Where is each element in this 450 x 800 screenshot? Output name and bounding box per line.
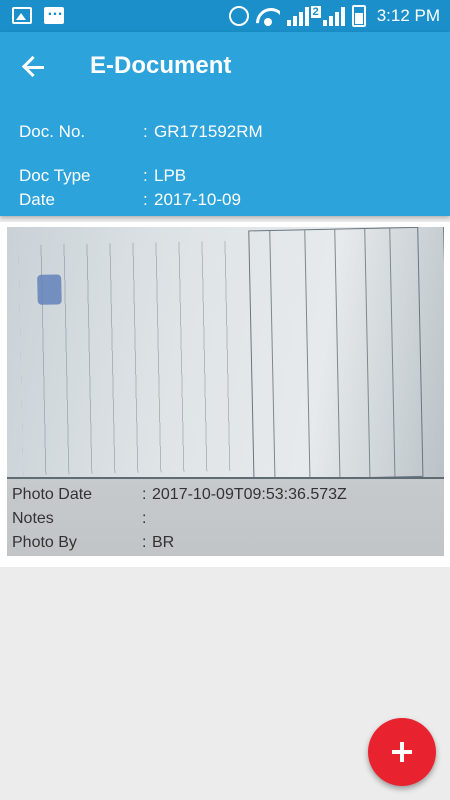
signal-icon: 2 [286, 6, 345, 26]
date-label: Date [19, 190, 55, 209]
photo-date-row: Photo Date : 2017-10-09T09:53:36.573Z [12, 486, 347, 504]
photo-date-label: Photo Date [12, 486, 93, 503]
photo-by-row: Photo By : BR [12, 534, 174, 552]
separator: : [142, 534, 147, 551]
arrow-left-icon[interactable] [18, 52, 54, 82]
app-bar: E-Document Doc. No. : GR171592RM Doc Typ… [0, 32, 450, 216]
separator: : [142, 486, 147, 503]
alarm-icon [228, 6, 249, 26]
battery-icon [351, 5, 366, 27]
notes-label: Notes [12, 510, 54, 527]
wifi-icon [256, 6, 280, 26]
photo-by-label: Photo By [12, 534, 77, 551]
document-photo[interactable]: Photo Date : 2017-10-09T09:53:36.573Z No… [7, 227, 444, 556]
status-time: 3:12 PM [376, 6, 440, 25]
add-photo-button[interactable] [368, 718, 436, 786]
date-value: 2017-10-09 [154, 190, 241, 209]
doc-no-label: Doc. No. [19, 122, 86, 141]
page-title: E-Document [90, 52, 232, 79]
photo-image [7, 227, 444, 508]
doc-no-value: GR171592RM [154, 122, 263, 141]
chat-icon [44, 2, 64, 24]
photo-card[interactable]: Photo Date : 2017-10-09T09:53:36.573Z No… [0, 222, 450, 567]
photo-date-value: 2017-10-09T09:53:36.573Z [152, 486, 347, 503]
doc-type-label: Doc Type [19, 166, 91, 185]
sim-number: 2 [310, 6, 321, 18]
notes-row: Notes : [12, 510, 152, 528]
photo-by-value: BR [152, 534, 175, 551]
doc-no-row: Doc. No. : GR171592RM [19, 122, 263, 142]
separator: : [143, 190, 148, 209]
separator: : [143, 122, 148, 141]
doc-type-row: Doc Type : LPB [19, 166, 186, 186]
status-bar: 2 3:12 PM [0, 0, 450, 32]
separator: : [143, 166, 148, 185]
gallery-icon [12, 7, 32, 24]
date-row: Date : 2017-10-09 [19, 190, 241, 210]
separator: : [142, 510, 147, 527]
doc-type-value: LPB [154, 166, 187, 185]
logo-mark [37, 274, 62, 305]
